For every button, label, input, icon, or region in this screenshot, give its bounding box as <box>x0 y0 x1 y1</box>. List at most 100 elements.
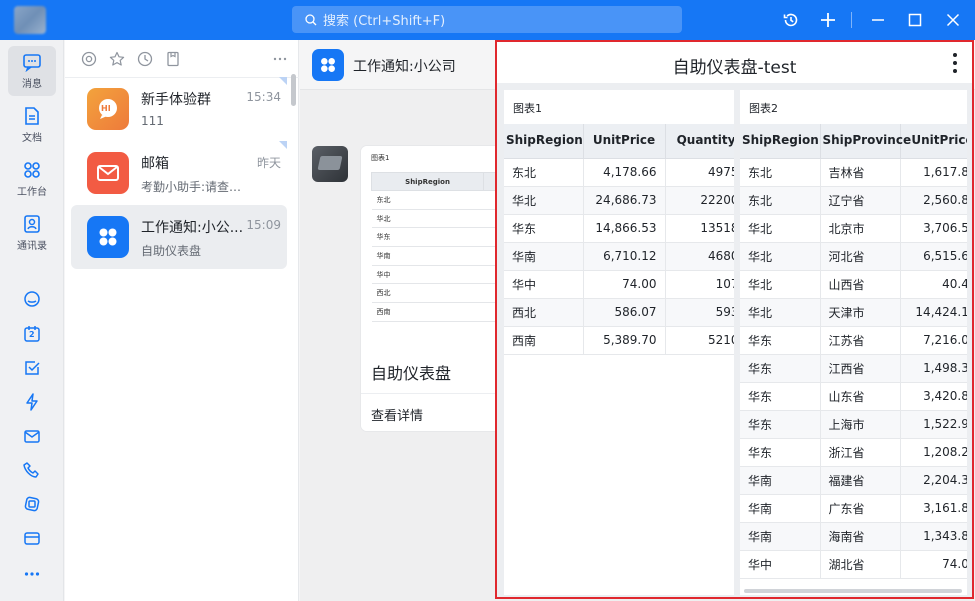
table-row[interactable]: 华北天津市14,424.13 <box>740 298 967 327</box>
rail-item-workbench[interactable]: 工作台 <box>8 154 56 204</box>
table-cell: 华南 <box>740 494 821 523</box>
table-row[interactable]: 华北北京市3,706.50 <box>740 214 967 243</box>
table-row[interactable]: 华南广东省3,161.85 <box>740 494 967 523</box>
table-row[interactable]: 华东浙江省1,208.20 <box>740 438 967 467</box>
column-header[interactable]: ShipProvince <box>820 124 911 159</box>
table-row[interactable]: 西北586.07593 <box>504 298 734 327</box>
lightning-icon[interactable] <box>22 392 42 412</box>
avatar-text: HI <box>101 104 111 113</box>
table-scrollbar[interactable] <box>744 589 962 593</box>
more-options-icon[interactable] <box>272 51 288 67</box>
preview-cell: 华南 <box>371 246 484 266</box>
maximize-icon[interactable] <box>905 10 925 30</box>
rail-item-contacts[interactable]: 通讯录 <box>8 208 56 258</box>
titlebar-divider <box>851 12 852 28</box>
table-cell: 华东 <box>740 438 821 467</box>
conversation-time: 15:34 <box>246 90 281 104</box>
preview-cell: 东北 <box>371 190 484 210</box>
table-cell: 华北 <box>504 186 584 215</box>
recent-icon[interactable] <box>137 51 153 67</box>
table-cell: 华东 <box>740 326 821 355</box>
table-cell: 东北 <box>504 158 584 187</box>
calendar-icon[interactable]: 2 <box>22 324 42 344</box>
drive-icon[interactable] <box>22 494 42 514</box>
close-icon[interactable] <box>943 10 963 30</box>
table-cell: 华东 <box>504 214 584 243</box>
todo-icon[interactable] <box>22 358 42 378</box>
list-scrollbar[interactable] <box>291 74 296 106</box>
message-icon <box>23 54 41 72</box>
rail-item-messages[interactable]: 消息 <box>8 46 56 96</box>
table-cell: 上海市 <box>820 410 901 439</box>
table-cell: 华北 <box>740 242 821 271</box>
table-row[interactable]: 华北24,686.7322200 <box>504 186 734 215</box>
column-header[interactable]: Quantity <box>665 124 734 159</box>
rail-item-docs[interactable]: 文档 <box>8 100 56 150</box>
table-cell: 福建省 <box>820 466 901 495</box>
calendar-day: 2 <box>29 330 35 339</box>
add-icon[interactable] <box>818 10 838 30</box>
conversation-item[interactable]: HI 新手体验群 15:34 111 <box>71 77 287 141</box>
table-row[interactable]: 东北吉林省1,617.80 <box>740 158 967 187</box>
table-row[interactable]: 华东山东省3,420.80 <box>740 382 967 411</box>
phone-icon[interactable] <box>22 460 42 480</box>
chart2-panel: 图表2 ShipRegion ShipProvince UnitPrice 东北… <box>740 90 967 595</box>
table-row[interactable]: 华东上海市1,522.90 <box>740 410 967 439</box>
user-avatar[interactable] <box>14 6 46 34</box>
conversation-filters <box>65 40 299 78</box>
table-row[interactable]: 华北山西省40.40 <box>740 270 967 299</box>
history-icon[interactable] <box>781 10 801 30</box>
table-row[interactable]: 华北河北省6,515.60 <box>740 242 967 271</box>
more-icon[interactable] <box>22 564 42 584</box>
column-header[interactable]: ShipRegion <box>504 124 584 159</box>
table-row[interactable]: 西南5,389.705210 <box>504 326 734 355</box>
minimize-icon[interactable] <box>868 10 888 30</box>
mail-icon[interactable] <box>22 426 42 446</box>
more-vertical-icon[interactable] <box>952 53 958 73</box>
view-details-link[interactable]: 查看详情 <box>371 405 423 424</box>
table-cell: 74.00 <box>900 550 967 579</box>
table-cell: 5210 <box>665 326 734 355</box>
table-row[interactable]: 华中74.00107 <box>504 270 734 299</box>
table-cell: 1,498.35 <box>900 354 967 383</box>
table-row[interactable]: 东北4,178.664975 <box>504 158 734 187</box>
column-header[interactable]: UnitPrice <box>583 124 666 159</box>
chart1-table: ShipRegion UnitPrice Quantity 东北 4,178.66… <box>504 124 734 355</box>
preview-cell: 华北 <box>371 209 484 229</box>
table-cell: 74.00 <box>583 270 666 299</box>
star-icon[interactable] <box>109 51 125 67</box>
table-row[interactable]: 华东江苏省7,216.05 <box>740 326 967 355</box>
column-header[interactable]: ShipRegion <box>740 124 821 159</box>
table-row[interactable]: 华东14,866.5313518 <box>504 214 734 243</box>
envelope-icon <box>97 165 119 181</box>
preview-cell: 华东 <box>371 227 484 248</box>
table-cell: 华东 <box>740 354 821 383</box>
left-rail: 消息 文档 工作台 通讯录 2 <box>0 40 64 601</box>
table-cell: 1,522.90 <box>900 410 967 439</box>
table-cell: 华南 <box>740 522 821 551</box>
table-cell: 东北 <box>740 158 821 187</box>
table-cell: 山西省 <box>820 270 901 299</box>
conversation-time: 15:09 <box>246 218 281 232</box>
sender-avatar[interactable] <box>312 146 348 182</box>
table-row[interactable]: 华东江西省1,498.35 <box>740 354 967 383</box>
table-row[interactable]: 华南福建省2,204.35 <box>740 466 967 495</box>
bookmark-icon[interactable] <box>165 51 181 67</box>
table-row[interactable]: 华中湖北省74.00 <box>740 550 967 579</box>
conversation-preview: 自助仪表盘 <box>141 244 202 258</box>
conversation-item[interactable]: 邮箱 昨天 考勤小助手:请查收... <box>71 141 287 205</box>
table-cell: 586.07 <box>583 298 666 327</box>
table-row[interactable]: 华南6,710.124680 <box>504 242 734 271</box>
folder-icon[interactable] <box>22 528 42 548</box>
cloud-icon[interactable] <box>22 289 42 309</box>
table-cell: 华中 <box>504 270 584 299</box>
table-cell: 6,515.60 <box>900 242 967 271</box>
mention-icon[interactable] <box>81 51 97 67</box>
table-cell: 辽宁省 <box>820 186 901 215</box>
conversation-item[interactable]: 工作通知:小公... 15:09 自助仪表盘 <box>71 205 287 269</box>
table-cell: 浙江省 <box>820 438 901 467</box>
table-row[interactable]: 华南海南省1,343.80 <box>740 522 967 551</box>
search-box[interactable]: 搜索 (Ctrl+Shift+F) <box>292 6 682 33</box>
chart2-title: 图表2 <box>749 102 778 115</box>
table-row[interactable]: 东北辽宁省2,560.86 <box>740 186 967 215</box>
